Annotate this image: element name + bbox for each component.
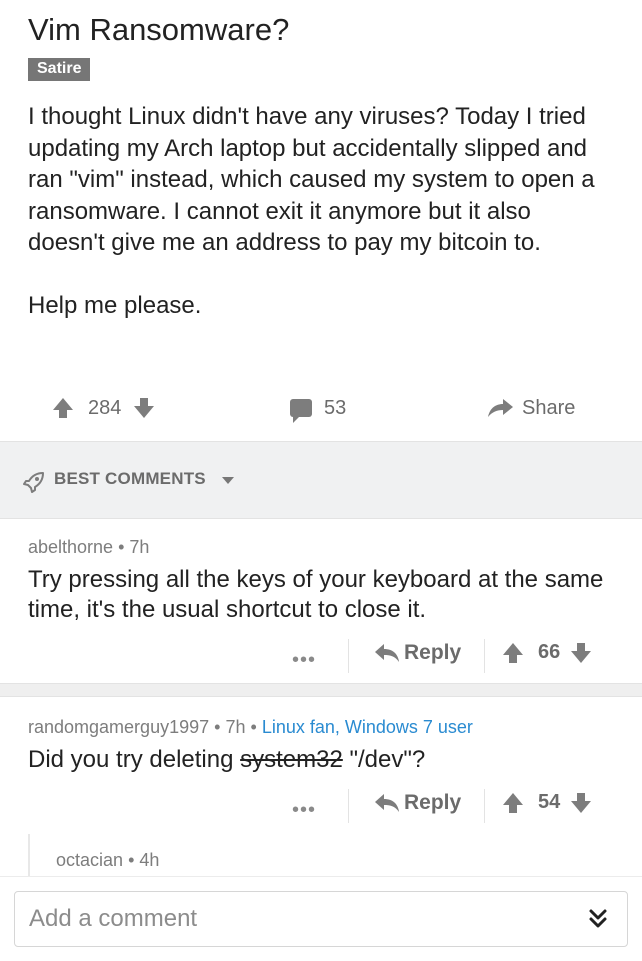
add-comment-placeholder: Add a comment (29, 905, 198, 932)
upvote-icon[interactable] (52, 398, 74, 418)
comment-actions: ••• Reply 54 (0, 789, 642, 823)
comment-author[interactable]: octacian (56, 850, 123, 870)
comment-meta: abelthorne • 7h (28, 537, 150, 557)
reply-icon (375, 644, 399, 662)
user-flair: Linux fan, Windows 7 user (261, 717, 473, 737)
comment-age: 7h (225, 717, 246, 737)
divider (348, 639, 349, 673)
comment-sort-bar[interactable]: BEST COMMENTS (0, 441, 642, 519)
post-body-paragraph: Help me please. (28, 291, 202, 319)
post-comment-count: 53 (324, 396, 347, 419)
comment-separator (0, 683, 642, 697)
post-body-paragraph: I thought Linux didn't have any viruses?… (28, 103, 595, 256)
divider (484, 789, 485, 823)
post-flair-badge: Satire (28, 58, 91, 81)
comment-text: Try pressing all the keys of your keyboa… (28, 566, 604, 623)
post-score: 284 (88, 396, 122, 419)
comment-composer: Add a comment (0, 876, 642, 961)
comment-score: 66 (538, 641, 561, 663)
share-arrow-icon (488, 399, 513, 417)
reply-label: Reply (404, 641, 462, 664)
comment-author[interactable]: randomgamerguy1997 (28, 717, 209, 737)
rocket-icon (23, 472, 44, 493)
comment-meta: randomgamerguy1997 • 7h • Linux fan, Win… (28, 717, 473, 737)
comment-bubble-icon (290, 399, 312, 423)
comment-actions: ••• Reply 66 (0, 639, 642, 673)
add-comment-input[interactable]: Add a comment (14, 891, 628, 947)
comment-vote-group: 66 (502, 641, 592, 664)
more-dots-icon[interactable]: ••• (292, 799, 316, 822)
post-vote-group: 284 (52, 390, 155, 426)
post-body: I thought Linux didn't have any viruses?… (28, 101, 614, 321)
comment-author[interactable]: abelthorne (28, 537, 113, 557)
divider (348, 789, 349, 823)
post-title: Vim Ransomware? (28, 12, 290, 47)
reply-button[interactable]: Reply (374, 791, 461, 815)
comment: randomgamerguy1997 • 7h • Linux fan, Win… (0, 697, 642, 847)
comment-age: 7h (129, 537, 150, 557)
share-button[interactable]: Share (486, 390, 575, 426)
reply-label: Reply (404, 791, 462, 814)
reply-icon (375, 794, 399, 812)
comment-text: Did you try deleting system32 "/dev"? (28, 745, 618, 775)
downvote-icon[interactable] (133, 398, 155, 418)
double-chevron-down-icon[interactable] (583, 904, 613, 934)
upvote-icon[interactable] (502, 792, 524, 813)
more-dots-icon[interactable]: ••• (292, 649, 316, 672)
comment-text-part: "/dev"? (342, 746, 426, 773)
downvote-icon[interactable] (570, 642, 592, 663)
upvote-icon[interactable] (502, 642, 524, 663)
post-actions: 284 53 Share (0, 390, 642, 426)
share-label: Share (522, 396, 576, 419)
comment-text-part: Did you try deleting (28, 746, 241, 773)
nested-comment: octacian • 4h (0, 836, 642, 876)
comment: abelthorne • 7h Try pressing all the key… (0, 517, 642, 683)
post: Vim Ransomware? Satire I thought Linux d… (0, 0, 642, 321)
chevron-down-icon (222, 477, 234, 484)
divider (484, 639, 485, 673)
reply-button[interactable]: Reply (374, 641, 461, 665)
comment-meta: octacian • 4h (56, 850, 160, 870)
downvote-icon[interactable] (570, 792, 592, 813)
comment-vote-group: 54 (502, 791, 592, 814)
post-comments-button[interactable]: 53 (290, 390, 346, 426)
sort-label: BEST COMMENTS (54, 469, 206, 488)
comment-text-strikethrough: system32 (240, 746, 343, 773)
comment-age: 4h (139, 850, 160, 870)
comment-score: 54 (538, 791, 561, 813)
